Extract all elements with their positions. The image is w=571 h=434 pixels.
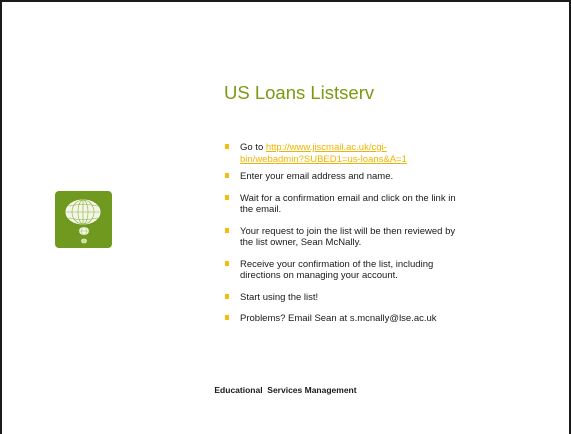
bullet-text: Receive your confirmation of the list, i… [240, 258, 434, 270]
bullet-text: Start using the list! [240, 291, 319, 303]
bullet-marker [225, 144, 229, 149]
list-item: Problems? Email Sean at s.mcnally@lse.ac… [224, 313, 534, 325]
bullet-marker [225, 194, 229, 200]
globe-icon [55, 191, 112, 248]
list-item: Start using the list! [224, 292, 534, 304]
bullet-text: Your request to join the list will be th… [240, 225, 456, 237]
bullet-marker [225, 260, 229, 266]
slide-footer: Educational Services Management [214, 385, 357, 395]
bullet-text: the email. [240, 204, 282, 215]
bullet-text: Wait for a confirmation email and click … [240, 192, 456, 204]
slide: US Loans Listserv Go to http://www.jiscm… [0, 0, 571, 434]
bullet-marker [225, 293, 229, 299]
bullet-marker [225, 315, 229, 320]
bullet-list: Go to http://www.jiscmail.ac.uk/cgi-bin/… [224, 142, 534, 325]
bullet-text: Problems? Email Sean at s.mcnally@lse.ac… [240, 313, 437, 324]
list-item: Your request to join the list will be th… [224, 226, 534, 249]
bullet-text: Go to [240, 142, 266, 153]
globe-icon-graphic [65, 199, 101, 244]
bullet-text: directions on managing your account. [240, 270, 398, 281]
jiscmail-link-part1: http://www.jiscmail.ac.uk/cgi- [265, 142, 387, 153]
list-item: Wait for a confirmation email and click … [224, 193, 534, 216]
list-item: Receive your confirmation of the list, i… [224, 259, 534, 282]
list-item: Go to http://www.jiscmail.ac.uk/cgi-bin/… [224, 142, 534, 165]
bullet-marker [225, 227, 229, 233]
jiscmail-link[interactable]: http://www.jiscmail.ac.uk/cgi-bin/webadm… [240, 142, 407, 165]
jiscmail-link-part2: bin/webadmin?SUBED1=us-loans&A=1 [240, 153, 407, 165]
bullet-marker [225, 173, 229, 178]
bullet-text: Enter your email address and name. [240, 171, 394, 182]
list-item: Enter your email address and name. [224, 171, 534, 183]
slide-title: US Loans Listserv [224, 82, 375, 103]
bullet-text: the list owner, Sean McNally. [240, 237, 362, 248]
